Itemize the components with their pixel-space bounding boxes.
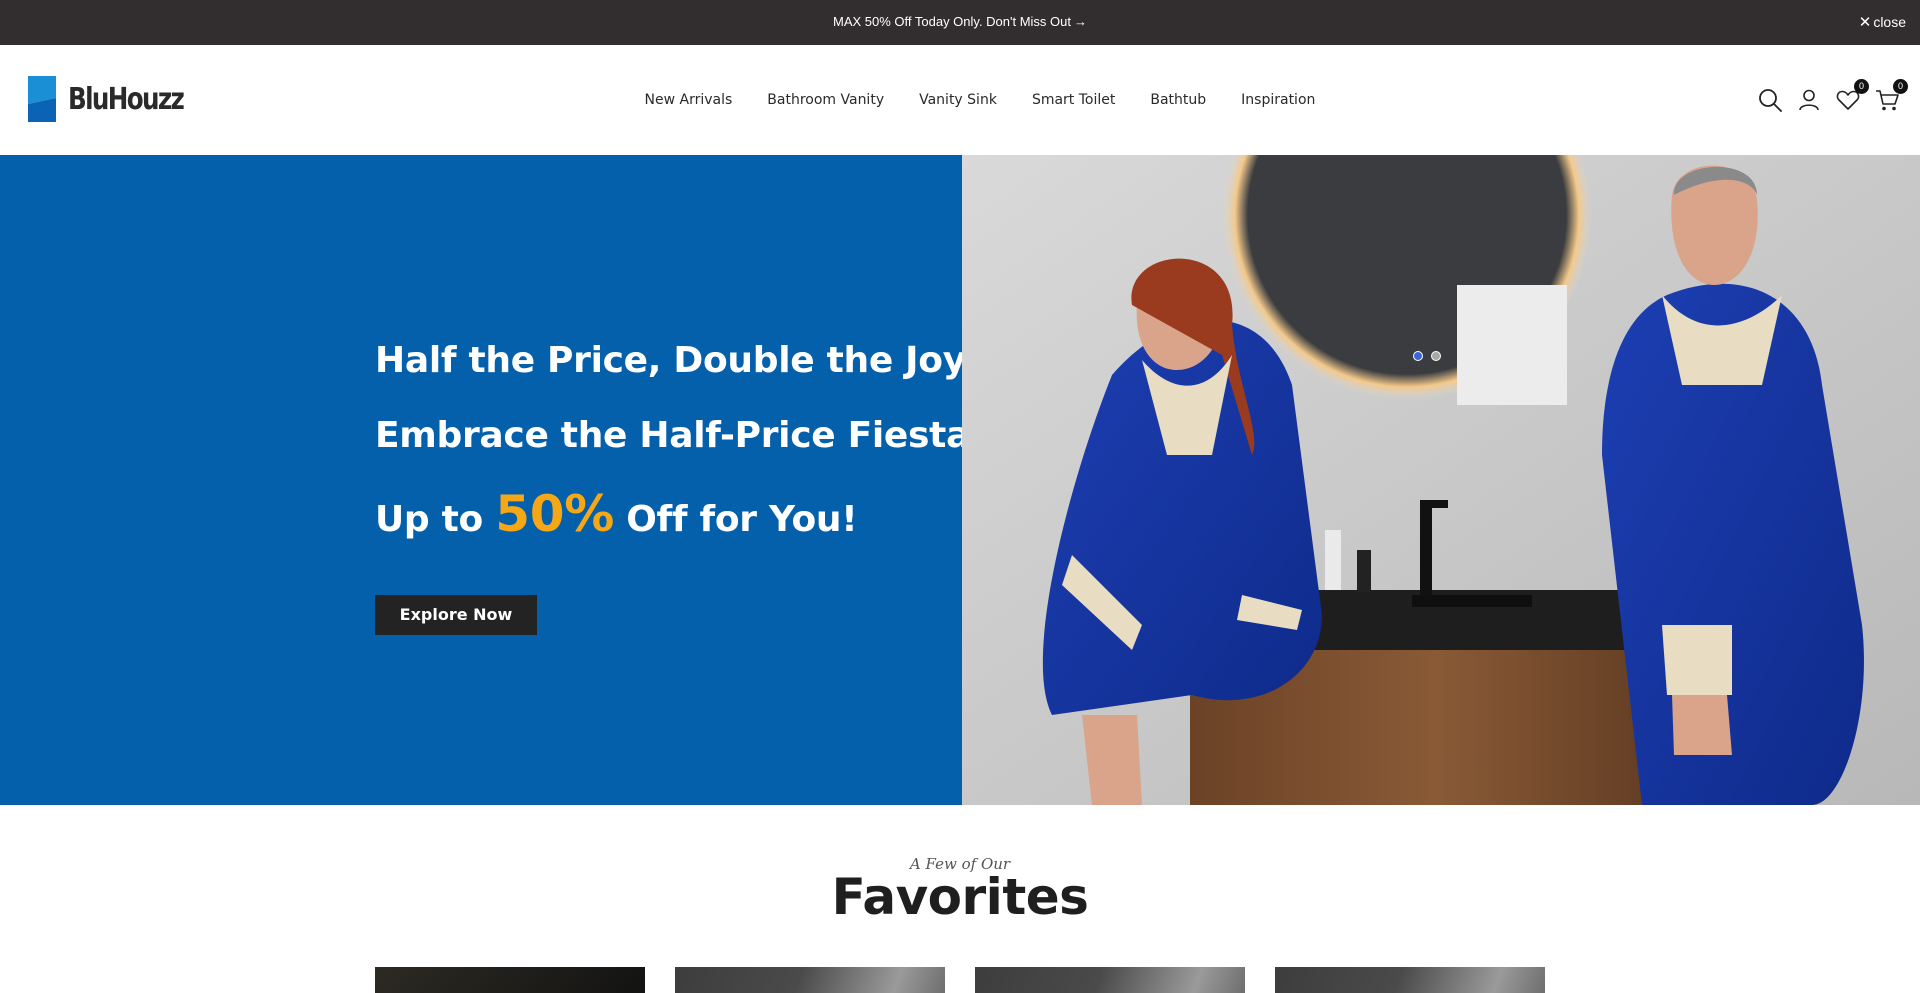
favorites-grid (375, 967, 1575, 993)
nav-item-bathtub[interactable]: Bathtub (1150, 92, 1206, 108)
nav-item-smart-toilet[interactable]: Smart Toilet (1032, 92, 1115, 108)
close-icon: ✕ (1858, 14, 1872, 31)
logo-text: BluHouzz (68, 81, 185, 117)
nav-item-inspiration[interactable]: Inspiration (1241, 92, 1315, 108)
hero-discount-highlight: 50% (495, 485, 614, 543)
explore-now-button[interactable]: Explore Now (375, 595, 537, 635)
favorite-product-card[interactable] (675, 967, 945, 993)
search-icon (1759, 89, 1782, 112)
wishlist-count-badge: 0 (1854, 79, 1869, 94)
announcement-bar: MAX 50% Off Today Only. Don't Miss Out → … (0, 0, 1920, 45)
arrow-right-icon: → (1074, 14, 1088, 29)
hero-headline-3-post: Off for You! (626, 499, 858, 540)
main-nav: New Arrivals Bathroom Vanity Vanity Sink… (627, 45, 1333, 155)
search-button[interactable] (1757, 87, 1783, 113)
hero-headline-1: Half the Price, Double the Joy: (375, 340, 980, 381)
cart-button[interactable]: 0 (1874, 79, 1908, 113)
hero-headline-3: Up to 50% Off for You! (375, 485, 858, 543)
slider-pagination (1413, 351, 1449, 361)
header-actions: 0 0 (1744, 45, 1908, 155)
site-header: BluHouzz New Arrivals Bathroom Vanity Va… (0, 45, 1920, 155)
favorite-product-card[interactable] (975, 967, 1245, 993)
logo-mark-icon (28, 76, 56, 122)
hero-image (962, 155, 1920, 805)
account-icon (1799, 89, 1819, 111)
wishlist-button[interactable]: 0 (1835, 79, 1869, 113)
nav-item-new-arrivals[interactable]: New Arrivals (645, 92, 733, 108)
hero-headline-2: Embrace the Half-Price Fiesta: (375, 415, 985, 456)
hero-banner: Half the Price, Double the Joy: Embrace … (0, 155, 1920, 805)
site-logo[interactable]: BluHouzz (28, 76, 209, 122)
slider-dot-2[interactable] (1431, 351, 1441, 361)
favorite-product-card[interactable] (1275, 967, 1545, 993)
nav-item-bathroom-vanity[interactable]: Bathroom Vanity (767, 92, 884, 108)
favorite-product-card[interactable] (375, 967, 645, 993)
favorites-title: Favorites (831, 868, 1089, 926)
close-label: close (1873, 14, 1906, 30)
hero-text-panel: Half the Price, Double the Joy: Embrace … (0, 155, 984, 805)
hero-photo-illustration (962, 155, 1920, 805)
announcement-close-button[interactable]: ✕ close (1859, 0, 1906, 45)
nav-item-vanity-sink[interactable]: Vanity Sink (919, 92, 997, 108)
cart-count-badge: 0 (1893, 79, 1908, 94)
announcement-link[interactable]: MAX 50% Off Today Only. Don't Miss Out → (0, 0, 1920, 45)
hero-headline-3-pre: Up to (375, 499, 483, 540)
slider-dot-1[interactable] (1413, 351, 1423, 361)
announcement-text: MAX 50% Off Today Only. Don't Miss Out (832, 14, 1072, 29)
account-button[interactable] (1796, 87, 1822, 113)
